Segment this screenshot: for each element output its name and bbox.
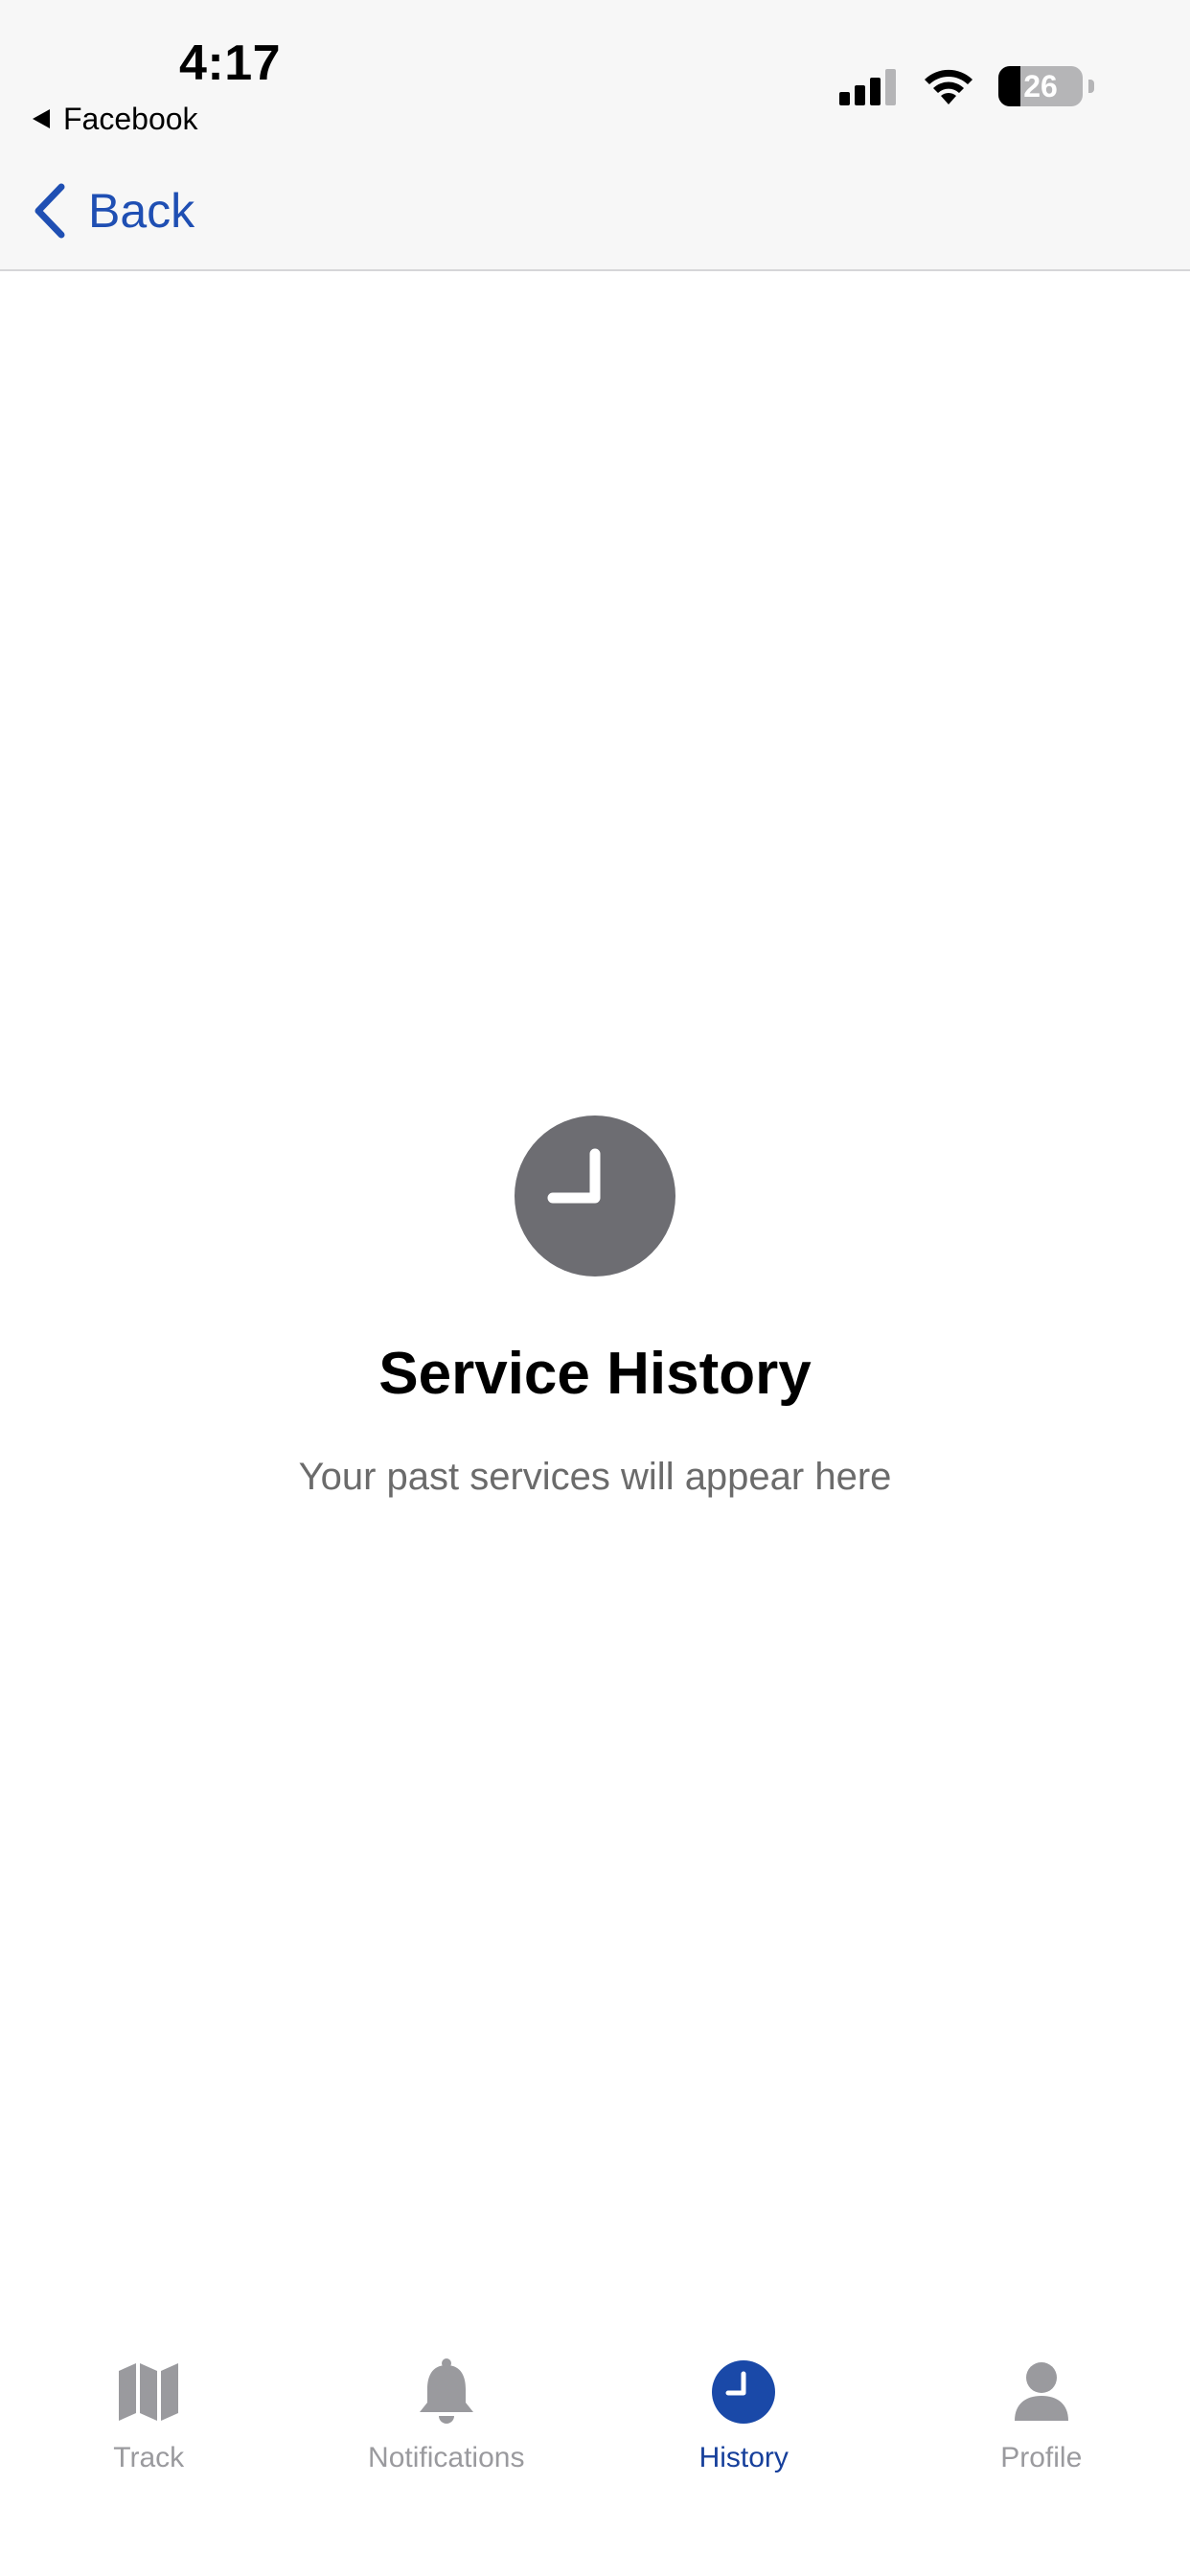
battery-level: 26	[1023, 68, 1058, 104]
map-icon	[114, 2358, 183, 2426]
tab-track[interactable]: Track	[0, 2358, 298, 2492]
back-to-app-link[interactable]: Facebook	[33, 100, 198, 138]
cellular-signal-icon	[839, 67, 899, 105]
person-icon	[1007, 2358, 1076, 2426]
tab-profile[interactable]: Profile	[893, 2358, 1190, 2492]
bell-icon	[412, 2358, 481, 2426]
back-button[interactable]: Back	[33, 176, 195, 245]
status-time: 4:17	[179, 35, 282, 91]
tab-notifications[interactable]: Notifications	[298, 2358, 596, 2492]
wifi-icon	[922, 66, 975, 106]
tab-bar: Track Notifications History Profile	[0, 2358, 1190, 2492]
back-button-label: Back	[88, 184, 195, 238]
clock-icon	[709, 2358, 778, 2426]
tab-profile-label: Profile	[1000, 2442, 1083, 2473]
back-app-label: Facebook	[63, 101, 198, 136]
tab-notifications-label: Notifications	[368, 2442, 525, 2473]
tab-history[interactable]: History	[595, 2358, 893, 2492]
tab-track-label: Track	[113, 2442, 185, 2473]
empty-state-subtitle: Your past services will appear here	[298, 1456, 892, 1498]
empty-state-title: Service History	[378, 1341, 812, 1407]
tab-history-label: History	[698, 2442, 789, 2473]
chevron-left-icon	[33, 183, 65, 239]
top-header: 4:17 Facebook 26 Back	[0, 0, 1190, 271]
empty-state: Service History Your past services will …	[0, 1116, 1190, 1499]
battery-icon: 26	[998, 66, 1083, 106]
status-icons: 26	[839, 63, 1083, 109]
back-triangle-icon	[33, 109, 50, 128]
clock-icon	[515, 1116, 675, 1276]
battery-cap-icon	[1088, 80, 1094, 93]
